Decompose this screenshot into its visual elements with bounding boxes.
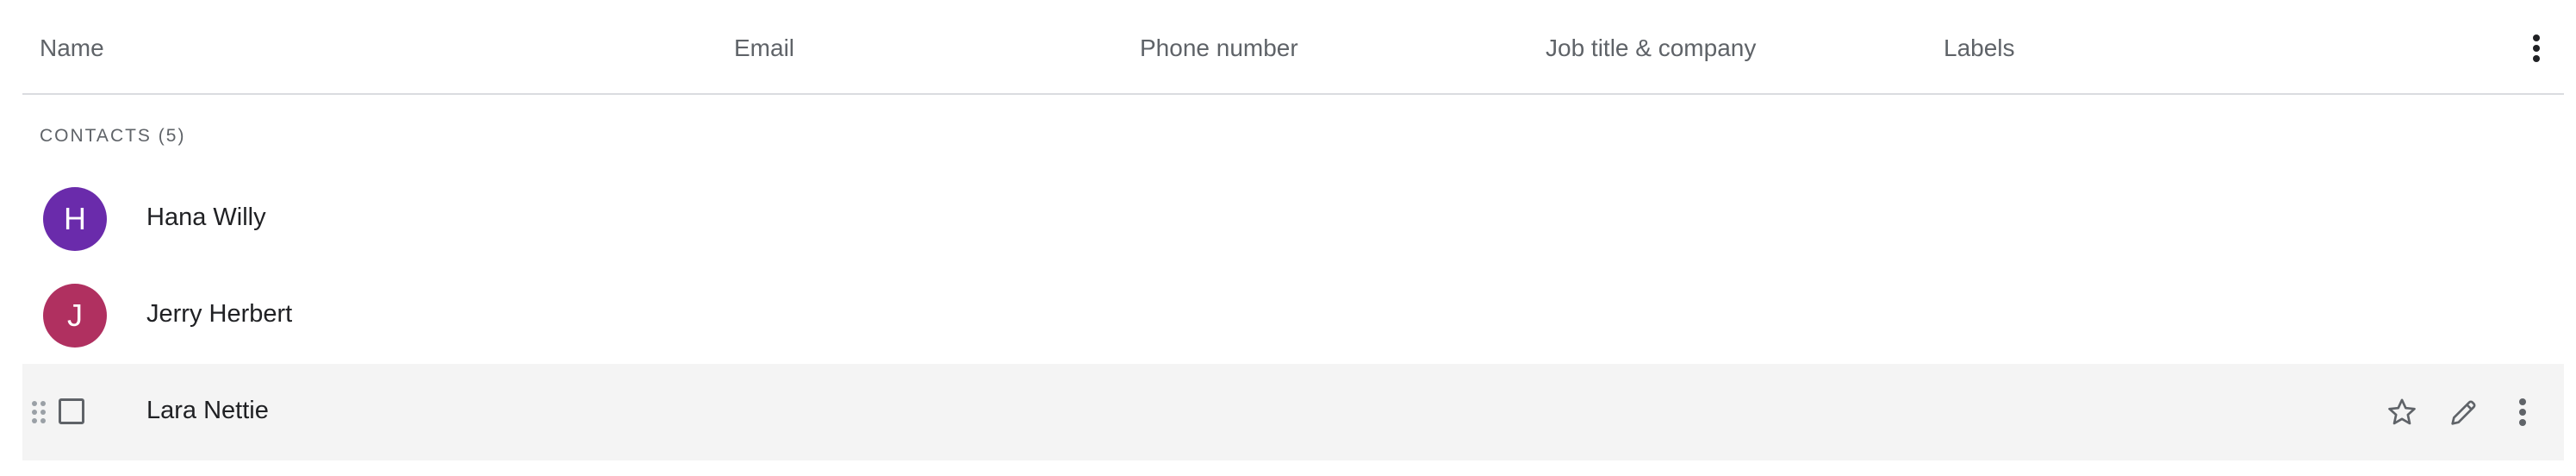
column-header-labels[interactable]: Labels bbox=[1944, 34, 2015, 62]
more-vert-icon[interactable] bbox=[2528, 31, 2545, 66]
contact-row-hovered[interactable]: Lara Nettie bbox=[22, 364, 2564, 460]
contact-name[interactable]: Lara Nettie bbox=[146, 397, 269, 425]
star-outline-icon[interactable] bbox=[2385, 395, 2419, 429]
table-header: Name Email Phone number Job title & comp… bbox=[22, 0, 2564, 95]
avatar: J bbox=[43, 284, 107, 348]
contact-name[interactable]: Jerry Herbert bbox=[146, 300, 292, 329]
column-header-name[interactable]: Name bbox=[40, 34, 104, 62]
checkbox-icon[interactable] bbox=[59, 398, 84, 424]
contact-name[interactable]: Hana Willy bbox=[146, 204, 266, 232]
contacts-table: Name Email Phone number Job title & comp… bbox=[22, 0, 2564, 460]
drag-handle-icon[interactable] bbox=[31, 398, 47, 426]
contacts-page: Name Email Phone number Job title & comp… bbox=[0, 0, 2576, 476]
contact-row[interactable]: J Jerry Herbert bbox=[22, 267, 2564, 364]
section-label: CONTACTS (5) bbox=[40, 126, 186, 146]
more-vert-icon[interactable] bbox=[2514, 395, 2531, 429]
column-header-job[interactable]: Job title & company bbox=[1546, 34, 1756, 62]
avatar: H bbox=[43, 187, 107, 251]
contact-row[interactable]: H Hana Willy bbox=[22, 171, 2564, 267]
column-header-email[interactable]: Email bbox=[734, 34, 794, 62]
edit-pencil-icon[interactable] bbox=[2447, 395, 2481, 429]
column-header-phone[interactable]: Phone number bbox=[1140, 34, 1298, 62]
